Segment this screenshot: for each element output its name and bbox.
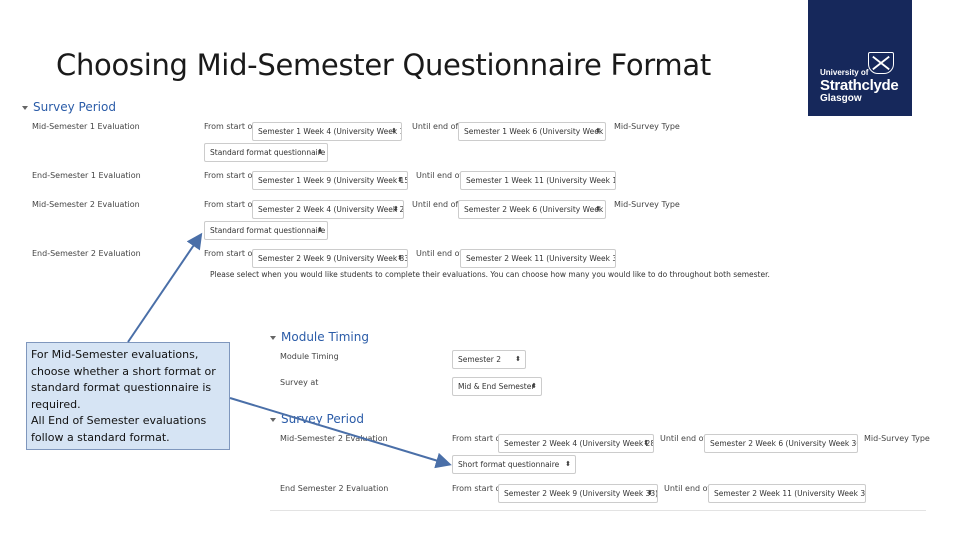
instruction-callout: For Mid-Semester evaluations, choose whe… <box>26 342 230 450</box>
collapse-triangle-icon <box>22 105 28 110</box>
row-label-end-sem-2: End Semester 2 Evaluation <box>280 484 389 493</box>
row-label-end-sem-1: End-Semester 1 Evaluation <box>32 171 141 180</box>
from-select-value: Semester 2 Week 9 (University Week 33) <box>258 254 408 263</box>
module-timing-heading-text: Module Timing <box>281 330 369 344</box>
logo-line-3: Glasgow <box>820 93 862 104</box>
until-label: Until end of <box>412 200 459 209</box>
survey-period-heading-bottom[interactable]: Survey Period <box>270 412 364 426</box>
select-arrows-icon: ⬍ <box>643 439 649 447</box>
logo-line-1: University of <box>820 68 869 77</box>
until-select-value: Semester 2 Week 11 (University Week 35) <box>714 489 866 498</box>
from-select[interactable]: Semester 2 Week 9 (University Week 33) ⬍ <box>498 484 658 503</box>
select-arrows-icon: ⬍ <box>515 355 521 363</box>
survey-at-label: Survey at <box>280 378 319 387</box>
until-select[interactable]: Semester 1 Week 6 (University Week 12) ⬍ <box>458 122 606 141</box>
short-format-select[interactable]: Short format questionnaire ⬍ <box>452 455 576 474</box>
mid-survey-type-label: Mid-Survey Type <box>614 200 680 209</box>
arrow-to-bottom-format-select <box>229 397 452 469</box>
from-select[interactable]: Semester 2 Week 4 (University Week 28) ⬍ <box>498 434 654 453</box>
from-label: From start of <box>204 249 256 258</box>
format-select-value: Standard format questionnaire <box>210 226 326 235</box>
from-select-value: Semester 2 Week 4 (University Week 28) <box>258 205 404 214</box>
until-label: Until end of <box>412 122 459 131</box>
from-select[interactable]: Semester 2 Week 9 (University Week 33) ⬍ <box>252 249 408 268</box>
until-select[interactable]: Semester 2 Week 11 (University Week 35) <box>708 484 866 503</box>
divider <box>270 510 926 511</box>
until-select[interactable]: Semester 1 Week 11 (University Week 17) <box>460 171 616 190</box>
callout-paragraph-2: All End of Semester evaluations follow a… <box>31 414 207 444</box>
from-select-value: Semester 2 Week 9 (University Week 33) <box>504 489 658 498</box>
callout-paragraph-1: For Mid-Semester evaluations, choose whe… <box>31 348 216 411</box>
crest-icon <box>868 52 894 74</box>
until-label: Until end of <box>660 434 707 443</box>
slide-title: Choosing Mid-Semester Questionnaire Form… <box>56 48 711 82</box>
survey-period-hint: Please select when you would like studen… <box>210 270 770 279</box>
from-label: From start of <box>204 200 256 209</box>
select-arrows-icon: ⬍ <box>393 205 399 213</box>
select-arrows-icon: ⬍ <box>317 226 323 234</box>
until-select[interactable]: Semester 2 Week 6 (University Week 30) <box>704 434 858 453</box>
from-select[interactable]: Semester 1 Week 9 (University Week 15) ⬍ <box>252 171 408 190</box>
mid-survey-type-label: Mid-Survey Type <box>614 122 680 131</box>
survey-at-value: Mid & End Semester <box>458 382 535 391</box>
select-arrows-icon: ⬍ <box>317 148 323 156</box>
module-timing-value: Semester 2 <box>458 355 501 364</box>
select-arrows-icon: ⬍ <box>565 460 571 468</box>
until-select-value: Semester 1 Week 6 (University Week 12) <box>464 127 606 136</box>
row-label-mid-sem-2: Mid-Semester 2 Evaluation <box>32 200 140 209</box>
select-arrows-icon: ⬍ <box>531 382 537 390</box>
module-timing-heading[interactable]: Module Timing <box>270 330 369 344</box>
select-arrows-icon: ⬍ <box>647 489 653 497</box>
until-select-value: Semester 1 Week 11 (University Week 17) <box>466 176 616 185</box>
module-timing-select[interactable]: Semester 2 ⬍ <box>452 350 526 369</box>
select-arrows-icon: ⬍ <box>397 254 403 262</box>
from-label: From start of <box>204 171 256 180</box>
format-select[interactable]: Standard format questionnaire ⬍ <box>204 221 328 240</box>
row-label-mid-sem-1: Mid-Semester 1 Evaluation <box>32 122 140 131</box>
until-select[interactable]: Semester 2 Week 6 (University Week 30) ⬍ <box>458 200 606 219</box>
from-select-value: Semester 1 Week 9 (University Week 15) <box>258 176 408 185</box>
from-select-value: Semester 2 Week 4 (University Week 28) <box>504 439 654 448</box>
collapse-triangle-icon <box>270 417 276 422</box>
survey-period-heading-bottom-text: Survey Period <box>281 412 364 426</box>
select-arrows-icon: ⬍ <box>595 127 601 135</box>
survey-period-heading-text: Survey Period <box>33 100 116 114</box>
logo-line-2: Strathclyde <box>820 77 899 94</box>
format-select-value: Short format questionnaire <box>458 460 560 469</box>
survey-period-heading[interactable]: Survey Period <box>22 100 116 114</box>
from-select[interactable]: Semester 2 Week 4 (University Week 28) ⬍ <box>252 200 404 219</box>
from-label: From start of <box>204 122 256 131</box>
row-label-mid-sem-2: Mid-Semester 2 Evaluation <box>280 434 388 443</box>
until-label: Until end of <box>416 249 463 258</box>
collapse-triangle-icon <box>270 335 276 340</box>
module-timing-label: Module Timing <box>280 352 339 361</box>
from-label: From start of <box>452 484 504 493</box>
until-label: Until end of <box>664 484 711 493</box>
select-arrows-icon: ⬍ <box>397 176 403 184</box>
university-logo: University of Strathclyde Glasgow <box>808 0 912 116</box>
from-select[interactable]: Semester 1 Week 4 (University Week 10) ⬍ <box>252 122 402 141</box>
from-label: From start of <box>452 434 504 443</box>
select-arrows-icon: ⬍ <box>391 127 397 135</box>
from-select-value: Semester 1 Week 4 (University Week 10) <box>258 127 402 136</box>
survey-at-select[interactable]: Mid & End Semester ⬍ <box>452 377 542 396</box>
format-select[interactable]: Standard format questionnaire ⬍ <box>204 143 328 162</box>
until-select-value: Semester 2 Week 6 (University Week 30) <box>710 439 858 448</box>
mid-survey-type-label: Mid-Survey Type <box>864 434 930 443</box>
until-select-value: Semester 2 Week 11 (University Week 35) <box>466 254 616 263</box>
row-label-end-sem-2: End-Semester 2 Evaluation <box>32 249 141 258</box>
until-select[interactable]: Semester 2 Week 11 (University Week 35) <box>460 249 616 268</box>
select-arrows-icon: ⬍ <box>595 205 601 213</box>
until-label: Until end of <box>416 171 463 180</box>
until-select-value: Semester 2 Week 6 (University Week 30) <box>464 205 606 214</box>
format-select-value: Standard format questionnaire <box>210 148 326 157</box>
